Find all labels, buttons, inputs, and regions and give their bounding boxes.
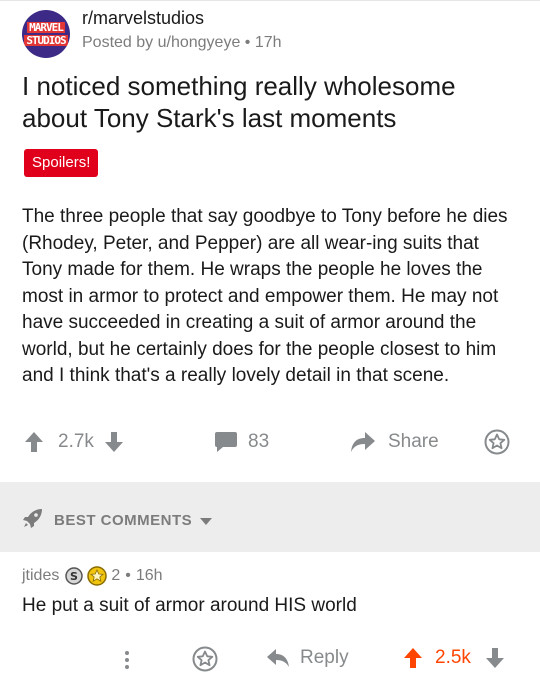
comment-body: He put a suit of armor around HIS world <box>22 595 357 616</box>
share-arrow-icon <box>350 431 376 453</box>
sort-label: BEST COMMENTS <box>54 511 193 529</box>
meta-separator: • <box>125 567 131 584</box>
chat-bubble-icon <box>214 431 238 453</box>
reply-button[interactable]: Reply <box>266 647 349 669</box>
subreddit-logo-line1: MARVEL <box>27 21 65 34</box>
post-title: I noticed something really wholesome abo… <box>22 71 456 133</box>
share-label: Share <box>388 431 439 452</box>
comment-age: 16h <box>135 567 163 584</box>
more-vertical-icon <box>124 650 130 670</box>
spoiler-flair[interactable]: Spoilers! <box>24 149 99 177</box>
rocket-icon <box>22 507 44 533</box>
top-divider <box>0 0 540 1</box>
chevron-down-icon <box>200 511 213 530</box>
subreddit-logo-line2: STUDIOS <box>24 34 68 47</box>
comment-score: 2.5k <box>435 647 471 668</box>
post-body: The three people that say goodbye to Ton… <box>22 206 508 386</box>
comment-count: 83 <box>248 431 270 452</box>
share-button[interactable]: Share <box>350 431 439 453</box>
downvote-icon[interactable] <box>104 431 124 453</box>
upvote-icon[interactable] <box>24 431 44 453</box>
post-meta: Posted by u/hongyeye • 17h <box>82 34 282 51</box>
downvote-icon[interactable] <box>485 647 505 669</box>
reply-label: Reply <box>300 647 349 668</box>
comment-award-button[interactable] <box>192 646 218 672</box>
comment-action-bar: Reply 2.5k <box>0 645 540 677</box>
comment-meta: jtides S 2 • 16h <box>22 566 163 586</box>
post-action-bar: 2.7k 83 Share <box>0 425 540 465</box>
award-star-icon <box>484 429 510 455</box>
subreddit-avatar[interactable]: MARVEL STUDIOS <box>22 10 70 58</box>
comments-button[interactable]: 83 <box>214 431 269 453</box>
award-star-icon <box>192 646 218 672</box>
award-button[interactable] <box>484 429 510 455</box>
subreddit-name[interactable]: r/marvelstudios <box>82 8 204 29</box>
post-vote-group: 2.7k <box>24 431 124 453</box>
more-options-button[interactable] <box>124 650 130 670</box>
comment-author[interactable]: jtides <box>22 567 59 585</box>
comment-sort-button[interactable]: BEST COMMENTS <box>22 507 213 533</box>
post-header: MARVEL STUDIOS r/marvelstudios Posted by… <box>22 6 522 58</box>
gold-award-icon <box>87 566 108 586</box>
award-count: 2 <box>111 567 121 584</box>
upvote-icon[interactable] <box>403 647 423 669</box>
reply-arrow-icon <box>266 648 290 668</box>
svg-text:S: S <box>70 570 78 583</box>
silver-award-icon: S <box>65 567 84 585</box>
comment-vote-group: 2.5k <box>403 647 505 669</box>
post-upvote-count: 2.7k <box>58 431 94 452</box>
